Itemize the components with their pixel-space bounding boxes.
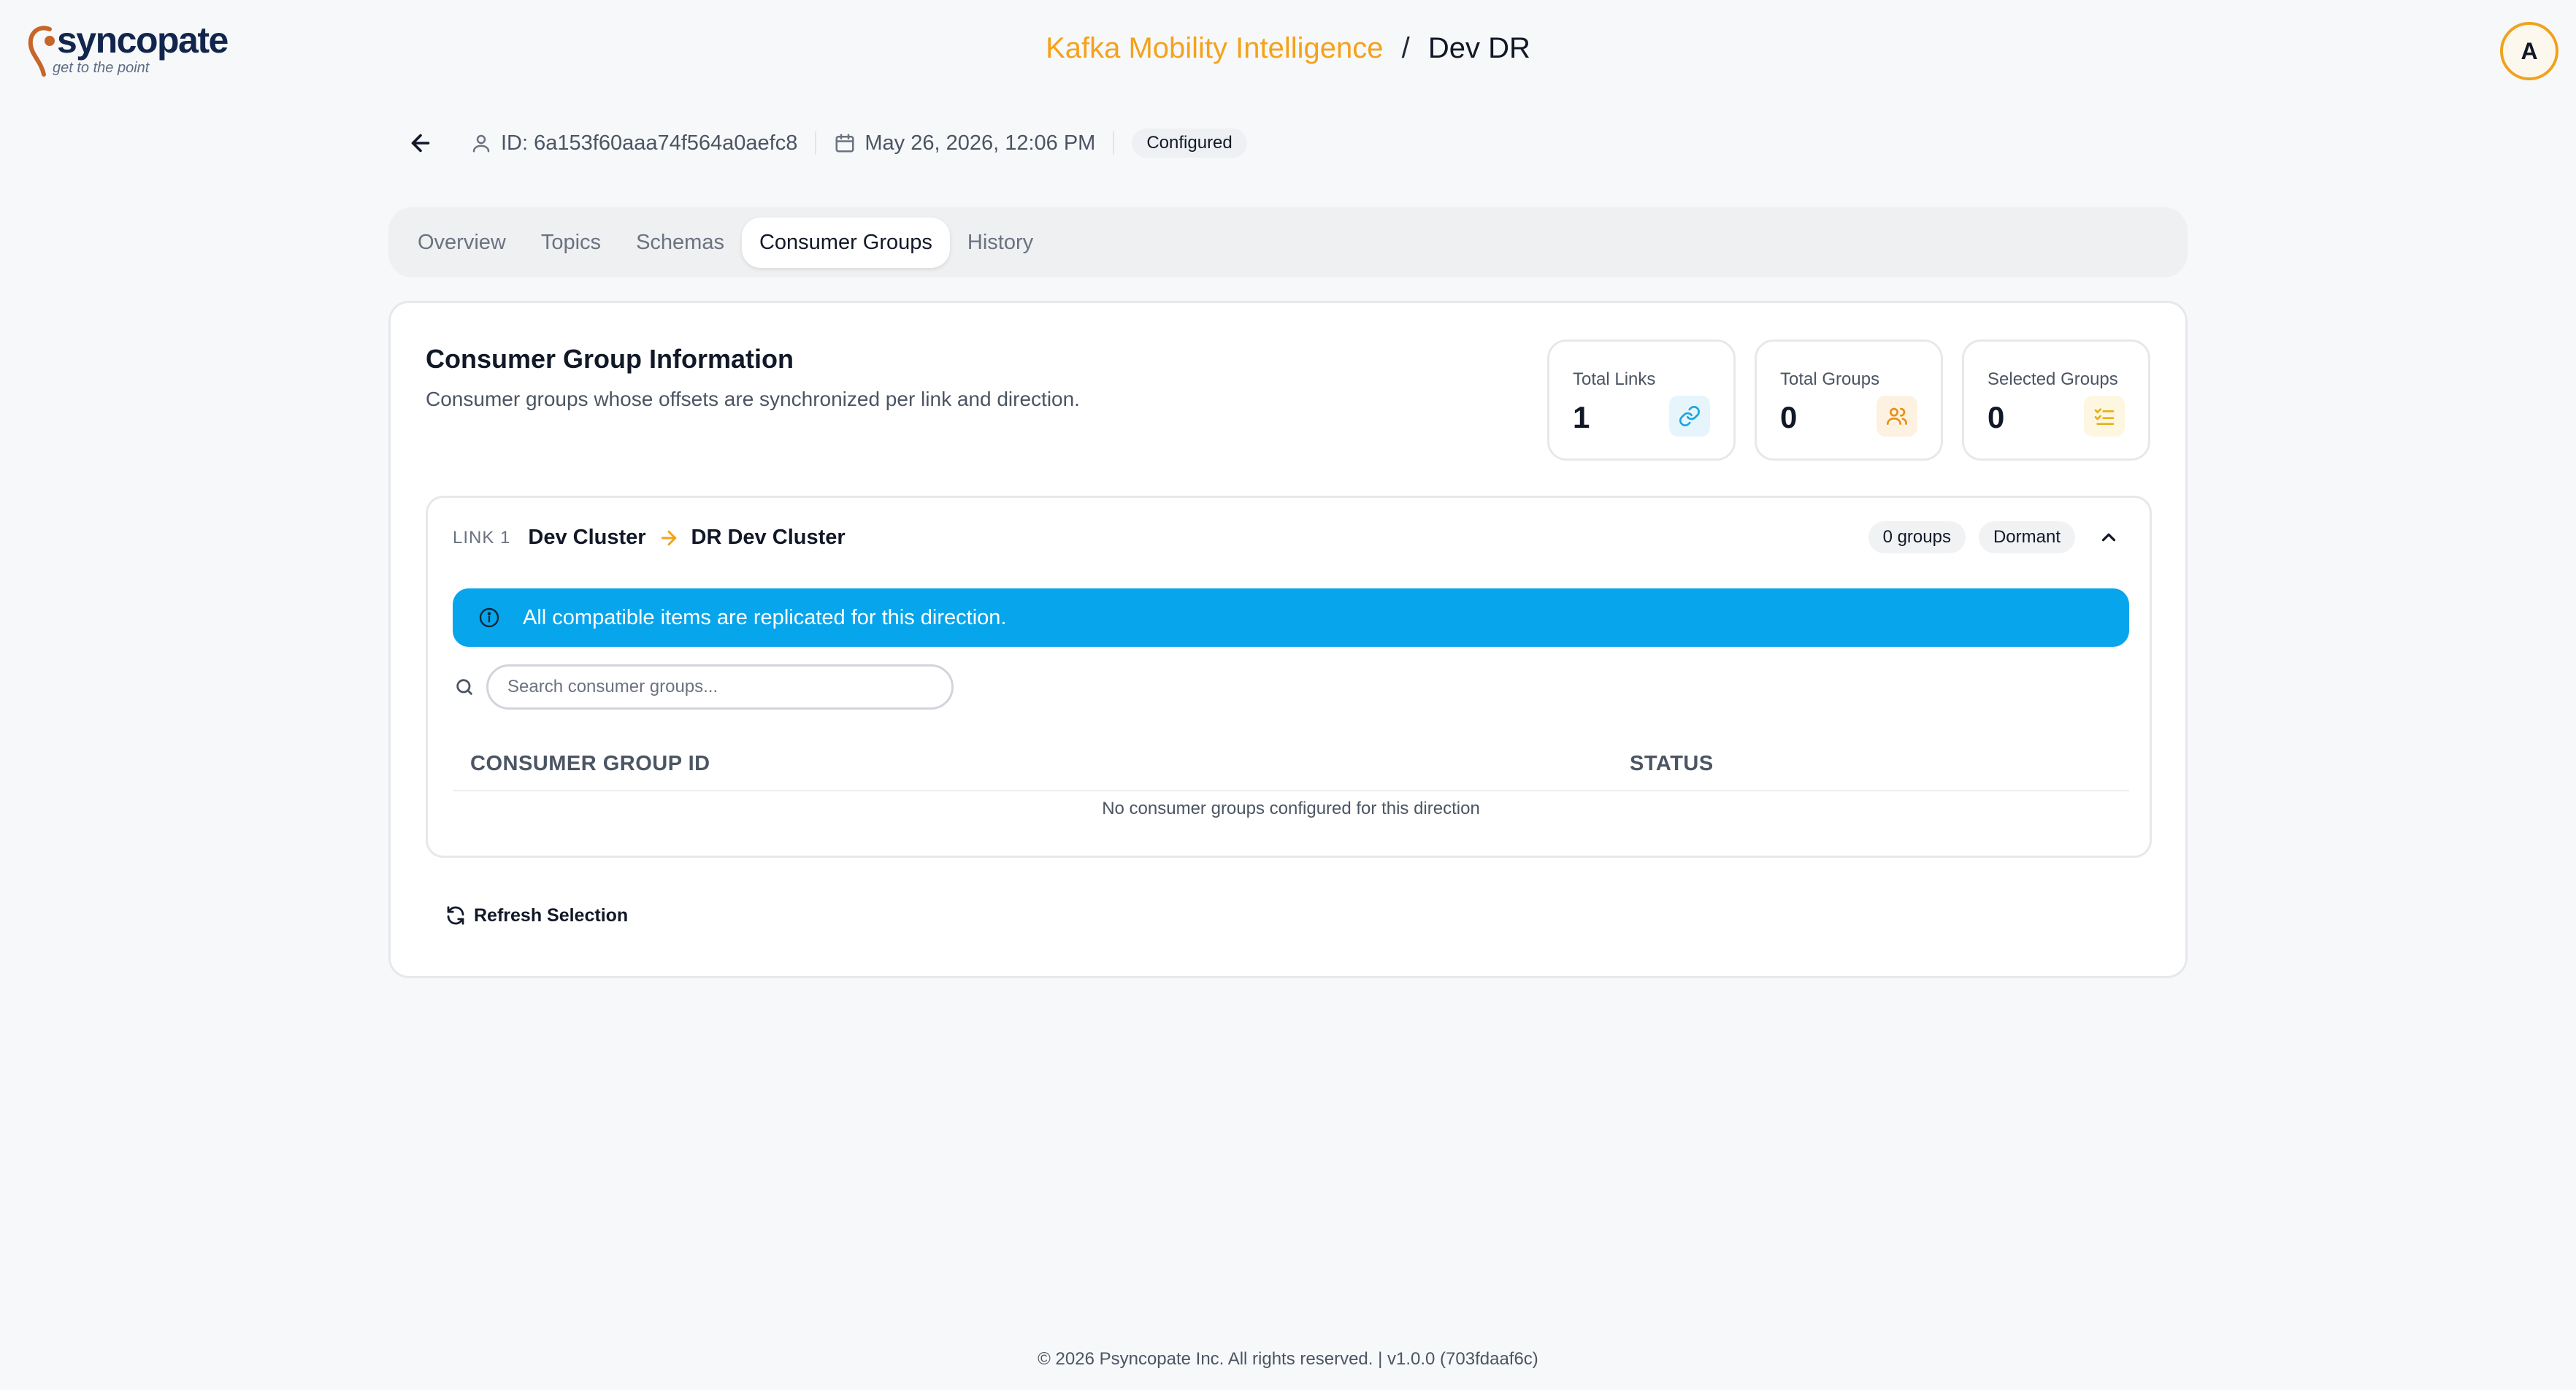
refresh-selection-button[interactable]: Refresh Selection: [445, 905, 628, 926]
tab-overview[interactable]: Overview: [400, 218, 524, 268]
meta-date: May 26, 2026, 12:06 PM: [834, 131, 1095, 155]
stat-value: 0: [1780, 400, 1798, 434]
tab-topics[interactable]: Topics: [524, 218, 618, 268]
user-icon: [472, 134, 490, 153]
link-tag: LINK 1: [453, 527, 511, 548]
search-row: [453, 664, 954, 710]
column-header-consumer-group-id[interactable]: CONSUMER GROUP ID: [470, 752, 710, 776]
refresh-icon: [447, 906, 464, 925]
meta-divider: [1113, 131, 1115, 155]
tab-schemas[interactable]: Schemas: [618, 218, 742, 268]
meta-date-text: May 26, 2026, 12:06 PM: [865, 131, 1096, 155]
info-banner: All compatible items are replicated for …: [453, 588, 2129, 647]
link-header-right: 0 groups Dormant: [1868, 521, 2125, 553]
info-icon: [478, 606, 501, 629]
back-button[interactable]: [403, 126, 438, 161]
consumer-group-card: Consumer Group Information Consumer grou…: [388, 301, 2188, 978]
tab-history[interactable]: History: [950, 218, 1051, 268]
groups-count-badge: 0 groups: [1868, 521, 1966, 553]
page-title: Kafka Mobility Intelligence / Dev DR: [0, 32, 2576, 65]
card-title: Consumer Group Information: [426, 344, 794, 374]
tab-bar: Overview Topics Schemas Consumer Groups …: [388, 207, 2188, 277]
list-check-icon: [2084, 396, 2125, 437]
stat-total-links: Total Links 1: [1547, 339, 1736, 461]
card-subtitle: Consumer groups whose offsets are synchr…: [426, 388, 1080, 410]
meta-id: ID: 6a153f60aaa74f564a0aefc8: [470, 131, 797, 155]
stat-label: Selected Groups: [1987, 369, 2118, 389]
tab-consumer-groups[interactable]: Consumer Groups: [741, 217, 950, 268]
calendar-icon: [835, 134, 854, 153]
title-separator: /: [1401, 32, 1410, 64]
user-avatar[interactable]: A: [2500, 22, 2558, 80]
table-header: CONSUMER GROUP ID STATUS: [453, 742, 2129, 791]
arrow-left-icon: [411, 134, 430, 153]
link-state-badge: Dormant: [1978, 521, 2075, 553]
stat-total-groups: Total Groups 0: [1755, 339, 1943, 461]
footer-text: © 2026 Psyncopate Inc. All rights reserv…: [1038, 1349, 1538, 1369]
link-header: LINK 1 Dev Cluster DR Dev Cluster: [453, 526, 846, 550]
users-icon: [1877, 396, 1917, 437]
meta-id-text: ID: 6a153f60aaa74f564a0aefc8: [501, 131, 798, 155]
empty-state-message: No consumer groups configured for this d…: [1102, 799, 1480, 818]
project-name-link[interactable]: Kafka Mobility Intelligence: [1046, 32, 1383, 64]
search-consumer-groups-input[interactable]: [486, 664, 954, 710]
stat-label: Total Groups: [1780, 369, 1880, 389]
link-source: Dev Cluster: [528, 526, 646, 549]
chevron-up-icon: [2101, 533, 2116, 542]
stat-value: 1: [1573, 400, 1590, 434]
environment-name: Dev DR: [1427, 32, 1530, 64]
link-icon: [1669, 396, 1710, 437]
deployment-meta-row: ID: 6a153f60aaa74f564a0aefc8 May 26, 202…: [403, 126, 1247, 161]
collapse-toggle[interactable]: [2093, 521, 2125, 553]
link-panel: LINK 1 Dev Cluster DR Dev Cluster 0 grou…: [426, 496, 2152, 858]
arrow-right-icon: [658, 527, 680, 549]
stat-value: 0: [1987, 400, 2005, 434]
info-message: All compatible items are replicated for …: [523, 605, 1007, 629]
status-badge: Configured: [1132, 128, 1247, 158]
search-icon: [453, 675, 476, 699]
stat-selected-groups: Selected Groups 0: [1962, 339, 2150, 461]
link-target: DR Dev Cluster: [691, 526, 846, 549]
stat-label: Total Links: [1573, 369, 1656, 389]
refresh-selection-label: Refresh Selection: [474, 905, 629, 926]
meta-divider: [815, 131, 817, 155]
column-header-status[interactable]: STATUS: [1630, 752, 1714, 776]
